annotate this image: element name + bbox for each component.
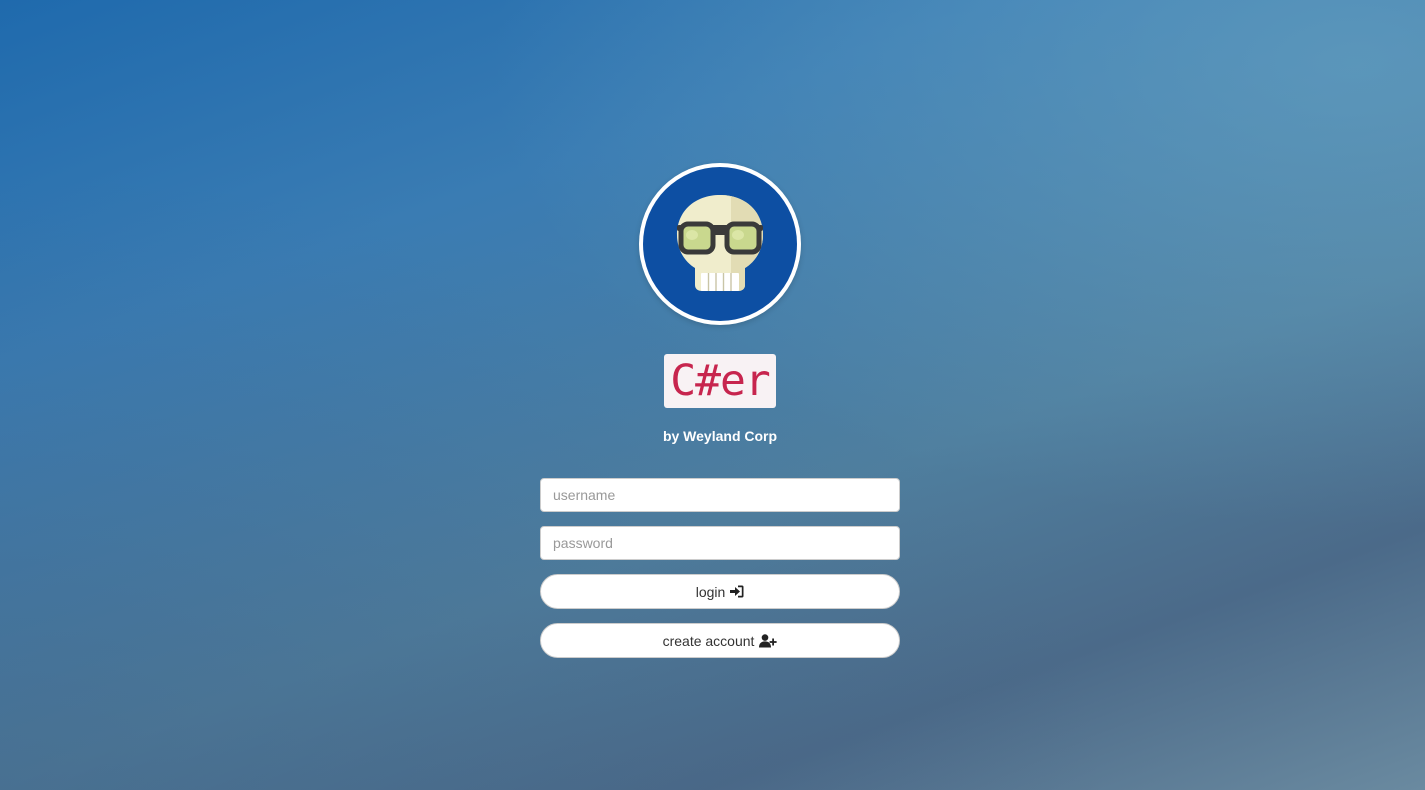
username-input[interactable] [540, 478, 900, 512]
create-account-label: create account [662, 632, 755, 649]
login-label: login [695, 583, 726, 600]
sign-in-icon [730, 585, 744, 598]
user-plus-icon [759, 633, 778, 647]
app-title: C#er [664, 354, 776, 408]
password-input[interactable] [540, 526, 900, 560]
create-account-button[interactable]: create account [540, 623, 900, 658]
login-button[interactable]: login [540, 574, 900, 609]
logo-avatar [639, 163, 801, 325]
byline: by Weyland Corp [662, 428, 778, 444]
nerd-skull-icon [643, 167, 797, 321]
